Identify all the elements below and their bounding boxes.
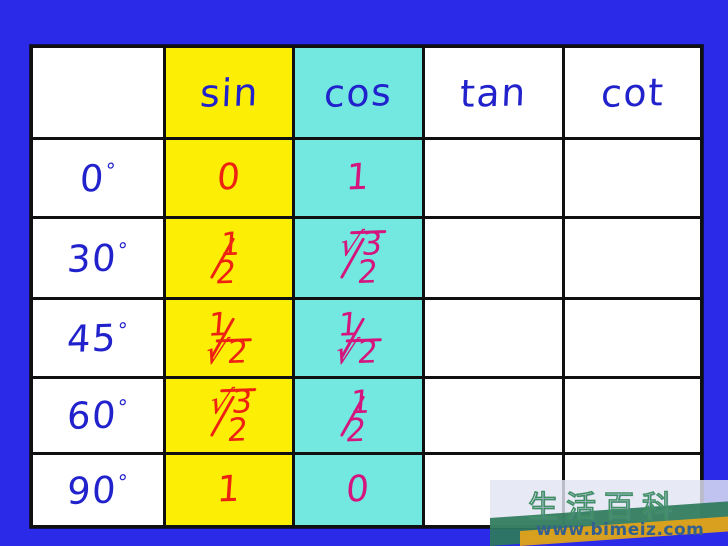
cell-cot-60 — [562, 376, 703, 455]
table-row: 30° 1 2 √3 2 — [30, 216, 703, 300]
value-sin-60: √3 2 — [203, 382, 258, 449]
fraction-denominator: 2 — [343, 410, 369, 450]
angle-label-60: 60° — [66, 393, 130, 439]
cell-angle-45: 45° — [30, 297, 166, 379]
table-row: 45° 1 √2 1 √2 — [30, 297, 703, 379]
cell-sin-60: √3 2 — [163, 376, 295, 455]
angle-label-0: 0° — [78, 156, 118, 201]
cell-angle-60: 60° — [30, 376, 166, 455]
cell-sin-30: 1 2 — [163, 216, 295, 300]
cell-angle-0: 0° — [30, 137, 166, 219]
table-header-row: sin cos tan cot — [30, 45, 703, 140]
cell-cos-90: 0 — [292, 452, 425, 528]
table-row: 60° √3 2 1 2 — [30, 376, 703, 455]
value-cos-45: 1 √2 — [330, 305, 385, 372]
degree-symbol-45: ° — [117, 317, 130, 342]
cell-tan-0 — [422, 137, 565, 219]
header-cell-sin: sin — [163, 45, 295, 140]
angle-number-60: 60 — [66, 393, 119, 439]
cell-cos-60: 1 2 — [292, 376, 425, 455]
degree-symbol-30: ° — [117, 237, 130, 262]
cell-angle-30: 30° — [30, 216, 166, 300]
header-label-tan: tan — [459, 69, 528, 116]
cell-angle-90: 90° — [30, 452, 166, 528]
header-cell-tan: tan — [422, 45, 565, 140]
header-label-cot: cot — [599, 69, 666, 116]
radical-icon: √2 — [200, 332, 253, 372]
angle-number-0: 0 — [78, 156, 106, 201]
angle-number-45: 45 — [66, 315, 119, 361]
angle-label-45: 45° — [66, 316, 130, 361]
cell-tan-60 — [422, 376, 565, 455]
angle-number-90: 90 — [66, 467, 119, 513]
value-cos-90: 0 — [344, 468, 373, 511]
cell-cot-90 — [562, 452, 703, 528]
cell-cos-45: 1 √2 — [292, 297, 425, 379]
fraction-denominator: √2 — [200, 332, 253, 372]
value-cos-60: 1 2 — [339, 382, 373, 450]
trigonometric-values-table: sin cos tan cot 0° 0 1 30° 2 √3 2 45° 1 … — [30, 45, 703, 528]
cell-cos-30: √3 2 — [292, 216, 425, 300]
cell-tan-30 — [422, 216, 565, 300]
angle-label-90: 90° — [66, 468, 130, 513]
cell-tan-45 — [422, 297, 565, 379]
degree-symbol-0: ° — [104, 157, 118, 182]
cell-cot-0 — [562, 137, 703, 219]
header-label-sin: sin — [198, 69, 260, 116]
angle-number-30: 30 — [66, 235, 119, 281]
cell-sin-0: 0 — [163, 137, 295, 219]
degree-symbol-90: ° — [117, 469, 130, 494]
angle-label-30: 30° — [66, 236, 130, 281]
value-sin-30: 1 2 — [209, 224, 244, 292]
value-sin-90: 1 — [215, 468, 243, 511]
screenshot-canvas: sin cos tan cot 0° 0 1 30° 2 √3 2 45° 1 … — [0, 0, 728, 546]
table-row: 90° 1 0 — [30, 452, 703, 528]
header-label-cos: cos — [323, 69, 394, 116]
cell-sin-90: 1 — [163, 452, 295, 528]
fraction-denominator: √2 — [330, 332, 383, 372]
degree-symbol-60: ° — [117, 394, 130, 420]
cell-cot-45 — [562, 297, 703, 379]
table-row: 0° 0 1 — [30, 137, 703, 219]
cell-tan-90 — [422, 452, 565, 528]
header-cell-cos: cos — [292, 45, 425, 140]
value-cos-30: √3 2 — [332, 224, 387, 291]
cell-cos-0: 1 — [292, 137, 425, 219]
cell-cot-30 — [562, 216, 703, 300]
value-sin-45: 1 √2 — [200, 305, 256, 372]
header-cell-cot: cot — [562, 45, 703, 140]
radical-icon: √2 — [330, 332, 383, 372]
value-sin-0: 0 — [215, 156, 243, 199]
header-cell-angle — [30, 45, 166, 140]
value-cos-0: 1 — [344, 156, 373, 199]
cell-sin-45: 1 √2 — [163, 297, 295, 379]
